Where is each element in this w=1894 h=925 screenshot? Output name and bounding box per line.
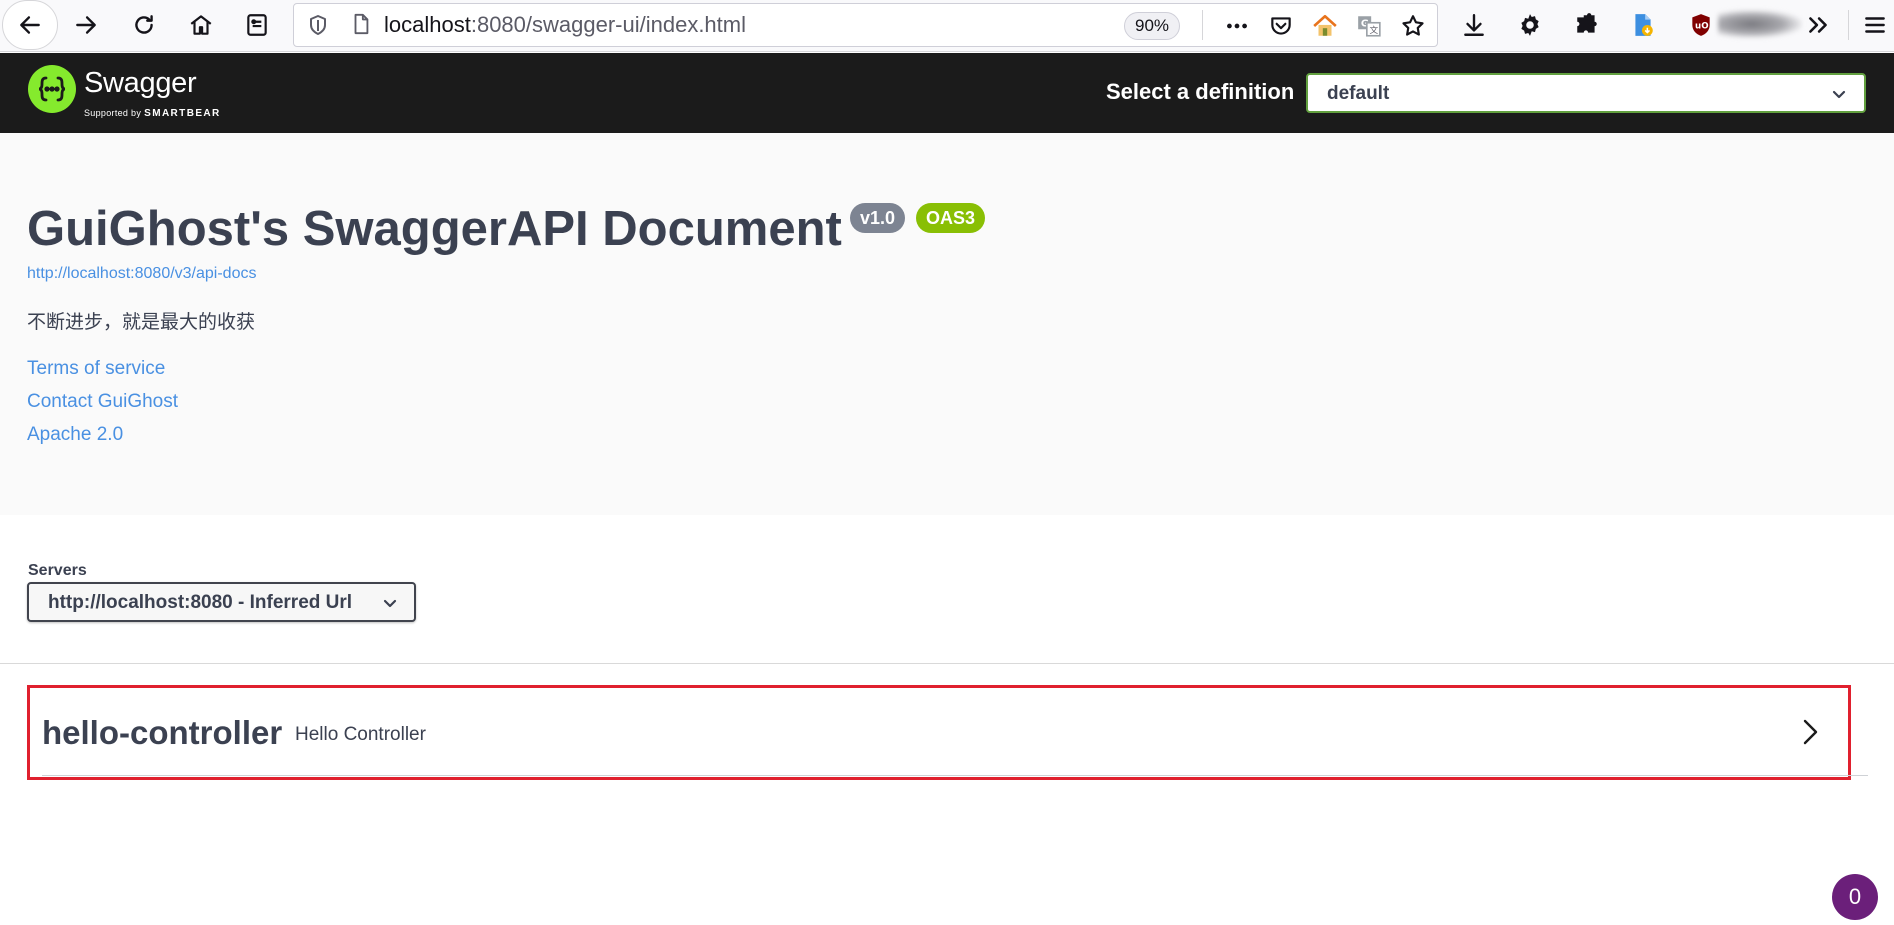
servers-label: Servers xyxy=(28,562,87,579)
definition-select[interactable]: default xyxy=(1306,73,1866,113)
info-section: GuiGhost's SwaggerAPI Document v1.0 OAS3… xyxy=(0,133,1894,515)
settings-button[interactable] xyxy=(1508,4,1552,46)
tag-hello-controller[interactable]: hello-controller Hello Controller xyxy=(27,685,1868,780)
oas-badge: OAS3 xyxy=(916,203,986,233)
tag-name: hello-controller xyxy=(42,714,283,751)
version-badge: v1.0 xyxy=(850,203,906,233)
home-button[interactable] xyxy=(179,4,223,46)
extensions-icon xyxy=(1577,13,1597,33)
chevron-down-icon xyxy=(383,599,397,608)
ublock-button[interactable]: uO xyxy=(1679,4,1723,46)
definition-label: Select a definition xyxy=(1106,79,1295,104)
browser-toolbar: localhost:8080/swagger-ui/index.html 90%… xyxy=(0,0,1894,52)
home-icon xyxy=(190,15,212,35)
svg-text:文: 文 xyxy=(1370,24,1379,36)
swagger-logo-icon[interactable] xyxy=(28,65,76,113)
contact-link[interactable]: Contact GuiGhost xyxy=(27,390,178,414)
notification-counter-badge[interactable]: 0 xyxy=(1832,874,1878,920)
back-icon xyxy=(20,16,40,34)
download-icon xyxy=(1464,14,1484,36)
servers-select-value: http://localhost:8080 - Inferred Url xyxy=(48,592,353,613)
chevron-right-icon[interactable] xyxy=(1796,716,1824,748)
reader-icon xyxy=(247,14,267,36)
logo-sub-prefix: Supported by xyxy=(84,108,142,118)
page-icon[interactable] xyxy=(350,13,372,37)
menu-button[interactable] xyxy=(1856,4,1894,46)
shield-icon[interactable] xyxy=(306,13,330,37)
chevron-down-icon xyxy=(1832,90,1846,99)
spec-url-link[interactable]: http://localhost:8080/v3/api-docs xyxy=(27,264,256,284)
tag-description: Hello Controller xyxy=(295,724,426,745)
more-icon[interactable] xyxy=(1224,13,1252,39)
menu-icon xyxy=(1865,17,1885,33)
back-button[interactable] xyxy=(2,0,58,50)
file-addon-button[interactable] xyxy=(1621,4,1665,46)
swagger-logo-text[interactable]: Swagger xyxy=(84,67,197,99)
forward-icon xyxy=(76,16,96,34)
url-host: localhost xyxy=(384,12,471,37)
forward-button[interactable] xyxy=(64,4,108,46)
overflow-button[interactable] xyxy=(1796,4,1840,46)
gear-icon xyxy=(1521,14,1539,36)
reload-icon xyxy=(135,15,153,34)
extensions-button[interactable] xyxy=(1565,4,1609,46)
svg-text:uO: uO xyxy=(1695,21,1709,31)
overflow-icon xyxy=(1809,17,1827,33)
swagger-logo-subtitle: Supported by SMARTBEAR xyxy=(84,108,221,119)
file-addon-icon xyxy=(1635,14,1653,36)
section-divider xyxy=(0,663,1894,664)
license-link[interactable]: Apache 2.0 xyxy=(27,423,123,447)
swagger-topbar: Swagger Supported by SMARTBEAR Select a d… xyxy=(0,53,1894,133)
translate-icon[interactable]: G文 xyxy=(1356,13,1384,39)
zoom-level-badge[interactable]: 90% xyxy=(1124,12,1181,40)
url-path: :8080/swagger-ui/index.html xyxy=(470,12,746,37)
url-separator xyxy=(1202,10,1203,40)
url-bar[interactable]: localhost:8080/swagger-ui/index.html 90%… xyxy=(293,3,1438,47)
house-addon-icon[interactable] xyxy=(1312,13,1340,39)
reader-view-button[interactable] xyxy=(235,4,279,46)
logo-sub-brand: SMARTBEAR xyxy=(144,108,221,119)
page-title: GuiGhost's SwaggerAPI Document xyxy=(27,202,842,256)
terms-of-service-link[interactable]: Terms of service xyxy=(27,357,165,381)
tag-bottom-border xyxy=(42,775,1868,776)
reload-button[interactable] xyxy=(122,4,166,46)
api-description: 不断进步，就是最大的收获 xyxy=(27,312,256,333)
account-icon[interactable] xyxy=(1718,10,1802,38)
url-text[interactable]: localhost:8080/swagger-ui/index.html xyxy=(384,12,746,38)
definition-select-value: default xyxy=(1327,83,1390,104)
toolbar-separator xyxy=(1848,10,1849,40)
bookmark-star-icon[interactable] xyxy=(1400,13,1428,39)
ublock-icon: uO xyxy=(1692,14,1710,36)
pocket-icon[interactable] xyxy=(1268,13,1296,39)
servers-select[interactable]: http://localhost:8080 - Inferred Url xyxy=(27,582,416,622)
download-button[interactable] xyxy=(1452,4,1496,46)
